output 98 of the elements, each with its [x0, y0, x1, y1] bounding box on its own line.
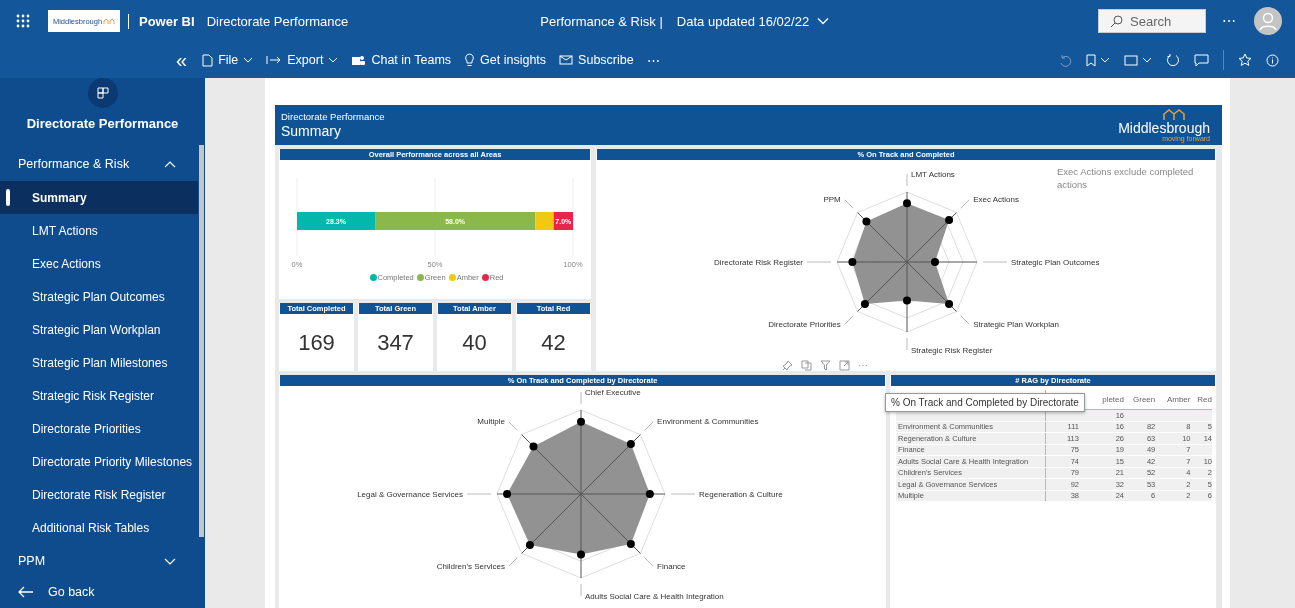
toolbar-button[interactable]: Subscribe [559, 53, 634, 67]
chevron-down-icon [817, 17, 830, 25]
axis-label: LMT Actions [911, 169, 955, 179]
axis-label: Legal & Governance Services [357, 489, 463, 499]
axis-label: Directorate Risk Register [714, 257, 803, 267]
collapse-button[interactable]: « [176, 50, 188, 70]
more-button[interactable]: ⋯ [1222, 13, 1236, 29]
card-value: 42 [540, 328, 567, 357]
axis-label: PPM [823, 195, 841, 205]
bar-segment [553, 212, 573, 230]
page-tab[interactable]: Exec Actions [0, 247, 198, 280]
report-title: Summary [281, 123, 342, 139]
axis-label: Regeneration & Culture [699, 489, 783, 499]
axis-label: Exec Actions [973, 195, 1020, 205]
leader-line [580, 583, 582, 597]
envelope-icon [559, 55, 574, 65]
search-icon [1110, 15, 1123, 28]
axis-label: Multiple [477, 417, 505, 427]
report-icon [87, 78, 118, 108]
page-tab[interactable]: Directorate Priorities [0, 412, 198, 445]
toolbar-button[interactable]: Chat in Teams [351, 53, 452, 67]
leader-line [508, 421, 518, 431]
chart-note: Exec Actions exclude completed actions [1057, 166, 1195, 192]
comment-icon[interactable] [1194, 53, 1209, 67]
page-tab[interactable]: Strategic Plan Outcomes [0, 280, 198, 313]
toolbar-button[interactable]: Export [266, 53, 339, 67]
leader-line [644, 557, 654, 567]
pin-icon[interactable] [782, 360, 793, 371]
leader-line [906, 337, 908, 351]
more-button[interactable]: ⋯ [646, 52, 660, 68]
leader-line [960, 199, 970, 209]
houses-icon [103, 17, 116, 25]
axis-label: Strategic Risk Register [911, 345, 993, 355]
arrow-right-icon [266, 55, 283, 65]
column-header[interactable]: Amber [1155, 395, 1191, 404]
axis-label: Strategic Plan Outcomes [1011, 257, 1100, 267]
page-tab[interactable]: Strategic Risk Register [0, 379, 198, 412]
section-header[interactable]: Performance & Risk [0, 147, 198, 181]
page-tab[interactable]: Strategic Plan Workplan [0, 313, 198, 346]
page-tab[interactable]: Directorate Risk Register [0, 478, 198, 511]
leader-line [670, 493, 696, 495]
section-header[interactable]: PPM [0, 544, 198, 578]
axis-label: Children's Services [436, 561, 505, 571]
search-field[interactable]: Search [1098, 9, 1206, 33]
data-updated-dropdown[interactable]: Data updated 16/02/22 [676, 13, 830, 29]
leader-line [806, 261, 832, 263]
app-name[interactable]: Power BI [128, 13, 195, 29]
leader-line [844, 315, 854, 325]
axis-label: Adults Social Care & Health Integration [585, 591, 724, 601]
card-value: 169 [297, 328, 336, 357]
logo-text: Middlesbrough [1118, 120, 1210, 135]
app-launcher-icon[interactable] [16, 14, 30, 28]
lightbulb-icon [464, 53, 476, 67]
axis-label: Finance [657, 561, 686, 571]
go-back-button[interactable]: Go back [0, 578, 95, 606]
bookmark-icon[interactable] [1086, 53, 1096, 67]
report-subtitle: Directorate Performance [281, 111, 385, 122]
refresh-icon[interactable] [1166, 53, 1180, 67]
axis-label: Environment & Communities [657, 417, 759, 427]
page-tab[interactable]: LMT Actions [0, 214, 198, 247]
avatar-icon[interactable] [1254, 7, 1282, 35]
column-header[interactable]: Red [1190, 395, 1212, 404]
axis-label: Strategic Plan Workplan [973, 319, 1059, 329]
axis-label: Directorate Priorities [768, 319, 841, 329]
section-name: Performance & Risk | [540, 13, 663, 29]
page-tab[interactable]: Summary [0, 181, 198, 214]
chevron-down-icon[interactable] [1100, 57, 1110, 63]
view-icon[interactable] [1124, 54, 1138, 66]
toolbar-button[interactable]: Get insights [464, 53, 547, 67]
team-chat-icon [351, 53, 367, 67]
star-icon[interactable] [1238, 53, 1252, 67]
axis-label: Chief Executive [585, 387, 641, 397]
leader-line [580, 391, 582, 405]
leader-line [906, 173, 908, 187]
report-title: Directorate Performance [206, 13, 349, 29]
filter-icon[interactable] [820, 360, 831, 371]
leader-line [982, 261, 1008, 263]
info-icon[interactable] [1266, 53, 1279, 67]
column-header[interactable]: Green [1123, 395, 1156, 404]
arrow-left-icon [18, 586, 34, 598]
leader-line [644, 421, 654, 431]
chevron-down-icon[interactable] [1142, 57, 1152, 63]
toolbar-button[interactable]: File [202, 53, 254, 67]
page-tab[interactable]: Additional Risk Tables [0, 511, 198, 544]
houses-icon [1162, 108, 1186, 121]
card-value: 347 [376, 328, 415, 357]
leader-line [960, 315, 970, 325]
sidebar-title: Directorate Performance [25, 116, 180, 131]
page-tab[interactable]: Strategic Plan Milestones [0, 346, 198, 379]
leader-line [508, 557, 518, 567]
leader-line [844, 199, 854, 209]
leader-line [466, 493, 492, 495]
focus-mode-icon[interactable] [839, 360, 850, 371]
card-value: 40 [461, 328, 488, 357]
scrollbar[interactable] [199, 145, 204, 537]
document-icon [202, 53, 214, 67]
tooltip: % On Track and Completed by Directorate [885, 393, 1085, 412]
page-tab[interactable]: Directorate Priority Milestones [0, 445, 198, 478]
